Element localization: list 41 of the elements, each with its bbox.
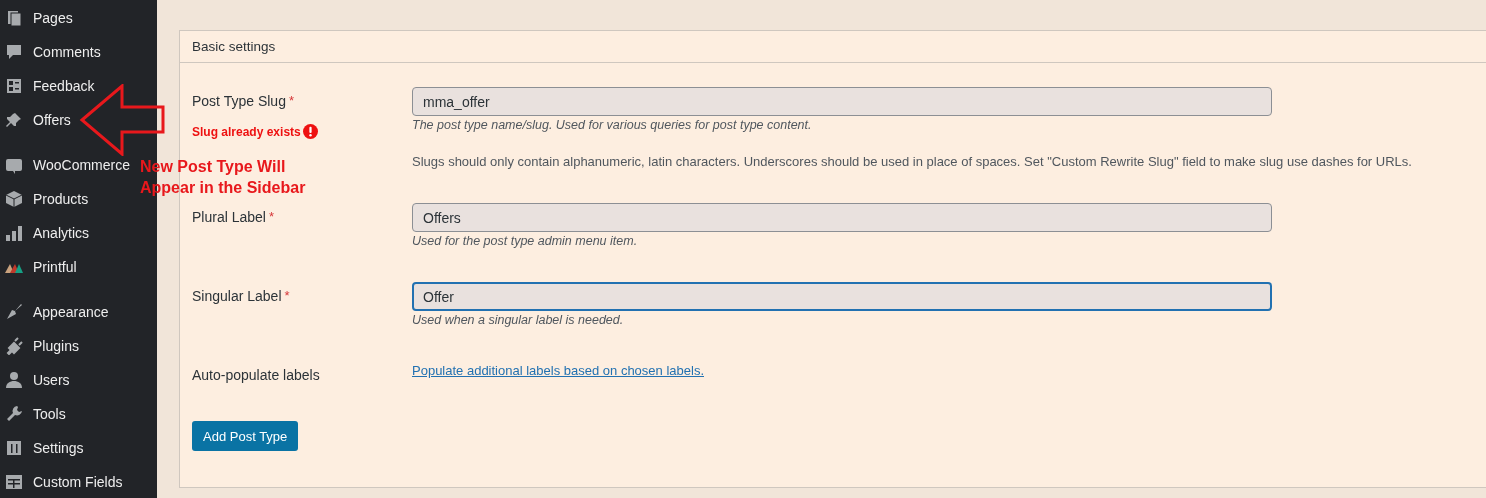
sidebar-item[interactable]: Comments (0, 35, 105, 69)
sidebar-item[interactable]: Offers (0, 103, 75, 137)
form-icon (5, 77, 23, 95)
help-text: Used for the post type admin menu item. (412, 234, 639, 248)
field-label: Plural Label * (192, 209, 275, 225)
sidebar-item[interactable]: Printful (0, 250, 81, 284)
paintbrush-icon (5, 303, 23, 321)
bar-chart-icon (5, 224, 23, 242)
sidebar-item[interactable]: Appearance (0, 295, 113, 329)
add-post-type-button[interactable]: Add Post Type (192, 421, 299, 451)
field-label: Singular Label * (192, 288, 291, 304)
wrench-icon (5, 405, 23, 423)
help-text: Slugs should only contain alphanumeric, latin characters. Underscores should be used in place of spaces. Set "Custom Rewrite Slug" field to make slug use dashes for URLs. (412, 154, 1413, 169)
speech-bubble-icon (5, 43, 23, 61)
sidebar-item[interactable]: Users (0, 363, 74, 397)
user-icon (5, 371, 23, 389)
panel-title: Basic settings (180, 31, 1486, 63)
sidebar-item[interactable]: Products (0, 182, 93, 216)
sidebar-item[interactable]: Analytics (0, 216, 94, 250)
table-icon (5, 473, 23, 491)
plug-icon (5, 337, 23, 355)
sidebar-item[interactable]: Plugins (0, 329, 83, 363)
sidebar-item[interactable]: Custom Fields (0, 465, 127, 498)
pages-icon (5, 9, 23, 27)
sidebar-item[interactable]: WooCommerce (0, 148, 134, 182)
text-field[interactable]: Offer (412, 282, 1272, 311)
box-icon (5, 190, 23, 208)
sidebar-item[interactable]: Settings (0, 431, 88, 465)
error-icon (302, 124, 318, 139)
sidebar-item[interactable]: Pages (0, 1, 77, 35)
error-message: Slug already exists (192, 124, 301, 139)
pin-icon (5, 111, 23, 129)
help-text: Used when a singular label is needed. (412, 313, 625, 327)
text-field[interactable]: mma_offer (412, 87, 1272, 116)
field-label: Post Type Slug * (192, 93, 295, 109)
help-text: The post type name/slug. Used for various queries for post type content. (412, 118, 813, 132)
populate-link[interactable]: Populate additional labels based on chosen labels. (412, 363, 704, 378)
sidebar-item[interactable]: Tools (0, 397, 70, 431)
field-label: Auto-populate labels (192, 367, 321, 383)
text-field[interactable]: Offers (412, 203, 1272, 232)
sidebar-item[interactable]: Feedback (0, 69, 99, 103)
